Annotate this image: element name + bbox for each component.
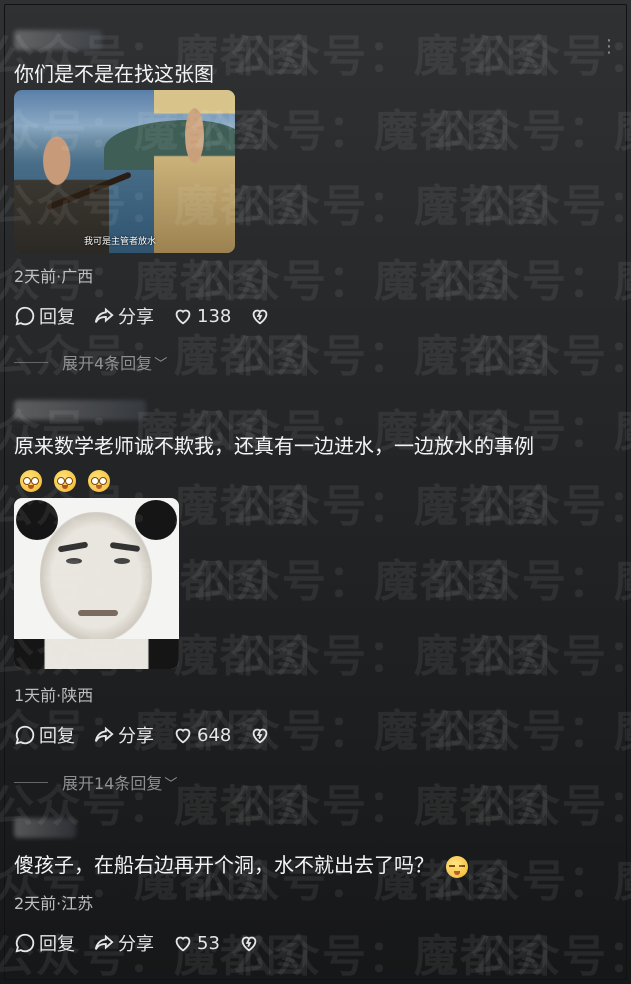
expand-replies-label: 展开4条回复 (62, 354, 153, 373)
chevron-down-icon: ﹀ (164, 776, 178, 792)
like-count: 648 (197, 724, 232, 746)
expand-replies-button[interactable]: 展开4条回复 ﹀ (14, 350, 167, 374)
comment-text-body: 傻孩子，在船右边再开个洞，水不就出去了吗？ (14, 853, 434, 877)
broken-heart-icon (253, 728, 268, 744)
comment-meta: 1天前·陕西 (14, 686, 94, 705)
image-caption: 我可是主管者放水 (84, 237, 157, 247)
emoji-row (20, 470, 110, 492)
reply-button[interactable]: 回复 (14, 303, 75, 329)
reply-button[interactable]: 回复 (14, 930, 75, 956)
divider-line (14, 361, 48, 363)
flushed-face-emoji (54, 470, 76, 492)
comment-actions: 回复 分享 648 (14, 722, 292, 748)
comment-text: 你们是不是在找这张图 (14, 62, 214, 86)
share-label: 分享 (118, 307, 154, 328)
dislike-button[interactable] (238, 932, 263, 954)
chevron-down-icon: ﹀ (154, 356, 168, 372)
broken-heart-icon (241, 936, 257, 952)
share-button[interactable]: 分享 (93, 930, 154, 956)
like-count: 53 (197, 932, 220, 954)
reply-label: 回复 (39, 726, 75, 747)
share-label: 分享 (118, 726, 154, 747)
share-button[interactable]: 分享 (93, 722, 154, 748)
share-arrow-icon (94, 726, 114, 742)
comment-text: 傻孩子，在船右边再开个洞，水不就出去了吗？ (14, 852, 469, 878)
relieved-face-emoji (446, 855, 469, 878)
chat-bubble-icon (15, 725, 35, 745)
flushed-face-emoji (88, 470, 110, 492)
dislike-button[interactable] (249, 305, 274, 327)
reply-label: 回复 (39, 934, 75, 955)
reply-button[interactable]: 回复 (14, 722, 75, 748)
share-arrow-icon (94, 934, 114, 950)
broken-heart-icon (253, 309, 268, 325)
expand-replies-button[interactable]: 展开14条回复 ﹀ (14, 770, 177, 794)
flushed-face-emoji (20, 470, 42, 492)
dislike-button[interactable] (249, 724, 274, 746)
blurred-username[interactable] (14, 818, 76, 838)
like-button[interactable]: 53 (172, 932, 220, 954)
comment-actions: 回复 分享 138 (14, 303, 292, 329)
comment-text: 原来数学老师诚不欺我，还真有一边进水，一边放水的事例 (14, 434, 534, 458)
chat-bubble-icon (15, 306, 35, 326)
expand-replies-label: 展开14条回复 (62, 774, 163, 793)
heart-icon (175, 728, 191, 744)
chat-bubble-icon (15, 933, 35, 953)
heart-icon (175, 309, 191, 325)
comment-actions: 回复 分享 53 (14, 930, 281, 956)
comment-meta: 2天前·江苏 (14, 894, 94, 913)
like-count: 138 (197, 305, 232, 327)
heart-icon (175, 936, 191, 952)
blurred-username[interactable] (14, 30, 102, 50)
reply-label: 回复 (39, 307, 75, 328)
comment-image[interactable] (14, 498, 179, 669)
like-button[interactable]: 138 (172, 305, 231, 327)
comment-image[interactable]: 我可是主管者放水 (14, 90, 235, 253)
share-button[interactable]: 分享 (93, 303, 154, 329)
divider-line (14, 781, 48, 783)
blurred-username[interactable] (14, 400, 146, 420)
comment-meta: 2天前·广西 (14, 267, 94, 286)
share-arrow-icon (94, 307, 114, 323)
more-dots-icon[interactable]: ⋮ (600, 36, 619, 57)
share-label: 分享 (118, 934, 154, 955)
like-button[interactable]: 648 (172, 724, 231, 746)
